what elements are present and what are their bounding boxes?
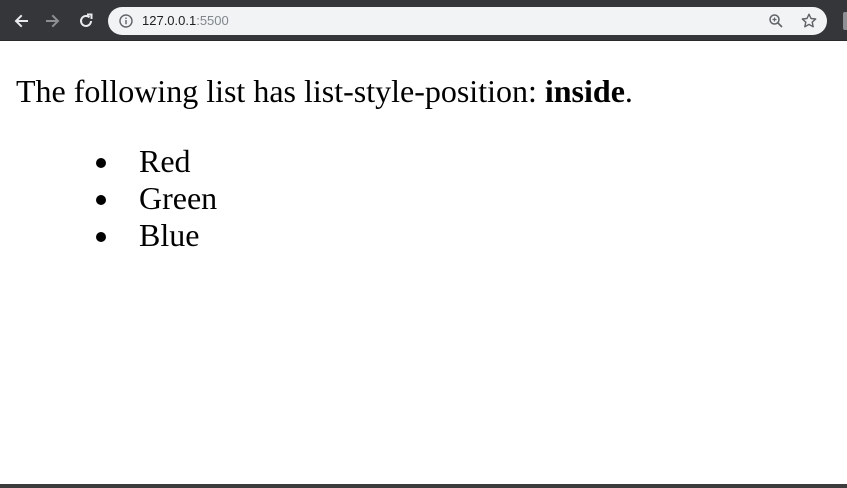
zoom-icon[interactable]	[768, 13, 784, 29]
intro-end: .	[624, 73, 633, 109]
info-icon[interactable]	[119, 14, 133, 28]
bottom-border	[0, 484, 847, 488]
arrow-right-icon	[46, 14, 60, 28]
list-item: Blue	[96, 217, 217, 254]
address-bar[interactable]: 127.0.0.1:5500	[108, 7, 827, 35]
forward-button[interactable]	[40, 8, 66, 34]
arrow-left-icon	[14, 14, 28, 28]
intro-bold: inside	[544, 73, 625, 109]
list-item: Red	[96, 143, 217, 180]
browser-toolbar: 127.0.0.1:5500	[0, 0, 847, 41]
list-item: Green	[96, 180, 217, 217]
url-port: :5500	[196, 13, 229, 28]
star-icon[interactable]	[800, 12, 818, 30]
back-button[interactable]	[8, 8, 34, 34]
reload-button[interactable]	[73, 8, 99, 34]
url-text[interactable]: 127.0.0.1:5500	[142, 13, 229, 29]
window-edge	[843, 12, 847, 30]
reload-icon	[80, 13, 93, 27]
color-list: Red Green Blue	[16, 143, 217, 254]
intro-text: The following list has list-style-positi…	[16, 73, 545, 109]
url-host: 127.0.0.1	[142, 13, 197, 28]
page-content: The following list has list-style-positi…	[0, 41, 847, 484]
intro-paragraph: The following list has list-style-positi…	[16, 73, 633, 109]
